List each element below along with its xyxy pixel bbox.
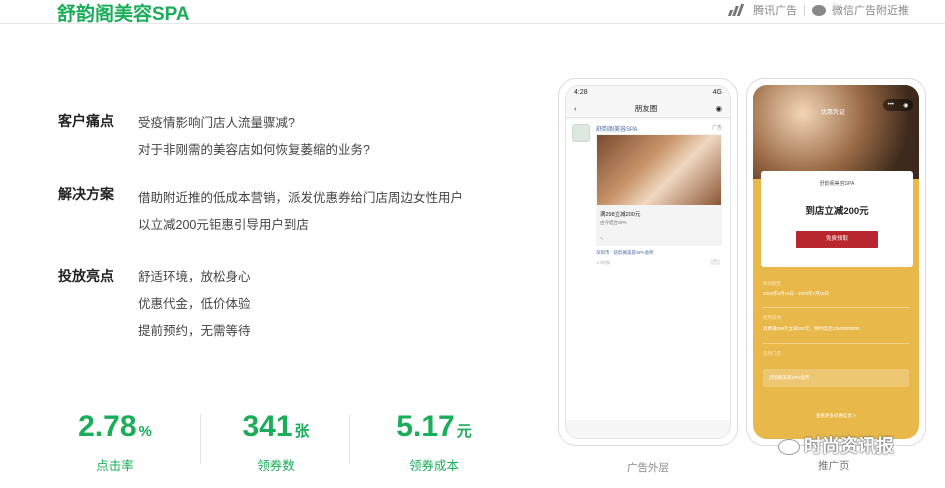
logo-separator: | bbox=[803, 4, 806, 16]
info-label: 适用门店 bbox=[763, 351, 781, 356]
section-line: 借助附近推的低成本营销，派发优惠券给门店周边女性用户 bbox=[138, 191, 464, 205]
post-time: 1小时前 bbox=[596, 260, 611, 265]
close-circle-icon: ◉ bbox=[903, 102, 909, 109]
stat-coupons-label: 领券数 bbox=[257, 459, 295, 473]
back-arrow-icon[interactable]: ‹ bbox=[574, 104, 577, 113]
claim-button[interactable]: 免费领取 bbox=[796, 231, 878, 248]
ad-card[interactable]: 满298立减200元 古今结合SPA ✎ bbox=[596, 134, 722, 246]
shop-name: 舒韵阁美容SPA bbox=[819, 181, 855, 187]
more-icon: ••• bbox=[887, 102, 894, 108]
info-label: 有效期至 bbox=[763, 281, 781, 286]
status-signal: 4G bbox=[712, 89, 722, 96]
stat-cost-label: 领券成本 bbox=[408, 459, 459, 473]
section-title-solution: 解决方案 bbox=[58, 186, 114, 202]
stat-coupons-value: 341 张 bbox=[242, 410, 310, 443]
section-title-pain: 客户痛点 bbox=[58, 113, 114, 129]
tencent-ads-icon bbox=[728, 4, 747, 16]
coupon-offer: 到店立减200元 bbox=[805, 206, 869, 217]
tencent-ads-label: 腾讯广告 bbox=[753, 5, 798, 17]
post-name[interactable]: 舒韵阁美容SPA bbox=[596, 124, 638, 133]
section-line: 提前预约，无需等待 bbox=[138, 324, 251, 338]
offer-subtitle: 古今结合SPA bbox=[600, 220, 627, 225]
miniapp-capsule[interactable]: ••• ◉ bbox=[883, 99, 913, 111]
info-value: 消费满298元立减200元，预约电话13600000000 bbox=[763, 326, 860, 331]
caption-outer: 广告外层 bbox=[627, 462, 669, 474]
stat-ctr-value: 2.78% bbox=[78, 410, 152, 443]
divider bbox=[763, 343, 909, 344]
phone-screen: 4:28 4G ‹ 朋友圈 ◉ 舒韵阁美容SPA 广告 满298立减200元 古… bbox=[565, 85, 731, 439]
phone-ad-outer: 4:28 4G ‹ 朋友圈 ◉ 舒韵阁美容SPA 广告 满298立减200元 古… bbox=[558, 78, 738, 446]
more-info-link[interactable]: 查看更多优惠信息 > bbox=[753, 413, 919, 419]
camera-icon[interactable]: ◉ bbox=[715, 104, 722, 113]
landing-screen: 优惠凭证 ••• ◉ 舒韵阁美容SPA 到店立减200元 免费领取 有效期至 20… bbox=[753, 85, 919, 439]
section-line: 舒适环境，放松身心 bbox=[138, 270, 251, 284]
caption-landing: 推广页 bbox=[818, 460, 850, 472]
section-line: 优惠代金，低价体验 bbox=[138, 297, 251, 311]
wechat-icon bbox=[778, 439, 800, 456]
section-line: 以立减200元钜惠引导用户到店 bbox=[138, 218, 309, 232]
location-link[interactable]: 深圳市 · 舒韵阁美容SPA会所 bbox=[596, 250, 654, 256]
ad-post: 舒韵阁美容SPA 广告 满298立减200元 古今结合SPA ✎ 深圳市 · 舒… bbox=[566, 120, 730, 420]
avatar bbox=[572, 124, 590, 142]
stat-cost-value: 5.17 元 bbox=[396, 410, 472, 443]
hero-label: 优惠凭证 bbox=[821, 110, 846, 116]
watermark: 时尚资讯报 bbox=[778, 432, 894, 458]
store-item[interactable]: 舒韵阁美容SPA会所 bbox=[763, 369, 909, 387]
coupon-card: 舒韵阁美容SPA 到店立减200元 免费领取 bbox=[761, 171, 913, 267]
status-bar: 4:28 4G bbox=[566, 86, 730, 100]
offer-title: 满298立减200元 bbox=[600, 212, 641, 218]
info-label: 使用说明 bbox=[763, 315, 781, 320]
ad-image bbox=[597, 135, 721, 205]
phone-landing-page: 优惠凭证 ••• ◉ 舒韵阁美容SPA 到店立减200元 免费领取 有效期至 20… bbox=[746, 78, 926, 446]
section-line: 对于非刚需的美容店如何恢复萎缩的业务? bbox=[138, 143, 370, 157]
ad-tag[interactable]: 广告 bbox=[712, 124, 722, 131]
nav-title: 朋友圈 bbox=[634, 104, 658, 113]
info-value: 2020年6月10日 - 2020年7月10日 bbox=[763, 291, 830, 296]
stat-ctr-label: 点击率 bbox=[96, 459, 134, 473]
moments-nav: ‹ 朋友圈 ◉ bbox=[566, 100, 730, 118]
ads-logos: 腾讯广告 | 微信广告附近推 bbox=[728, 2, 909, 18]
brand-title: 舒韵阁美容SPA bbox=[57, 4, 190, 25]
wechat-icon bbox=[812, 4, 826, 16]
wechat-ads-label: 微信广告附近推 bbox=[832, 5, 909, 17]
hero-image: 优惠凭证 ••• ◉ bbox=[753, 85, 919, 179]
section-line: 受疫情影响门店人流量骤减? bbox=[138, 116, 295, 130]
header: 舒韵阁美容SPA 腾讯广告 | 微信广告附近推 bbox=[0, 0, 945, 25]
more-dots-icon[interactable]: ·· bbox=[710, 259, 720, 265]
section-title-highlights: 投放亮点 bbox=[58, 268, 114, 284]
stat-divider bbox=[349, 414, 350, 464]
status-time: 4:28 bbox=[574, 89, 588, 96]
divider bbox=[763, 307, 909, 308]
card-footer: ✎ bbox=[600, 236, 604, 241]
